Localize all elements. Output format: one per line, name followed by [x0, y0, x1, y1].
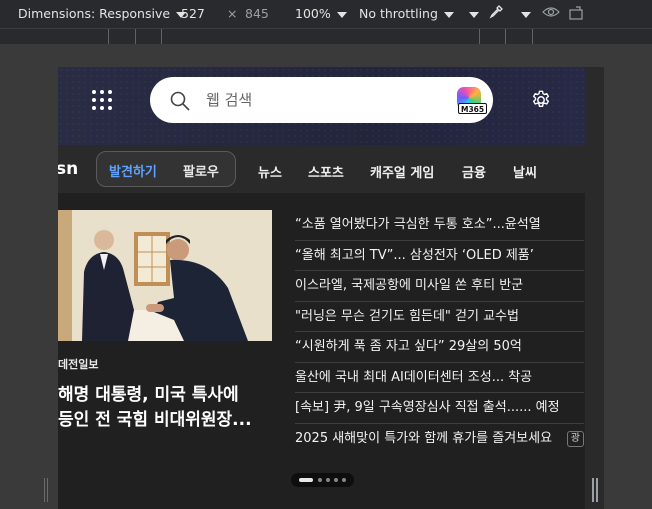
top-nav: sn 발견하기 팔로우 뉴스 스포츠 캐주얼 게임 금융 날씨	[58, 145, 585, 193]
list-item-ad[interactable]: 2025 새해맞이 특가와 함께 휴가를 즐겨보세요 광	[295, 424, 584, 455]
page-header: M365	[58, 67, 585, 145]
gear-icon[interactable]	[530, 89, 552, 111]
more-dropdown[interactable]	[463, 6, 479, 21]
search-icon	[170, 91, 190, 111]
headline-line: 해명 대통령, 미국 특사에	[58, 385, 239, 405]
copilot-badge: M365	[458, 103, 488, 114]
nav-item-finance[interactable]: 금융	[462, 162, 486, 181]
throttling-dropdown[interactable]: No throttling	[359, 6, 454, 21]
tab-discover[interactable]: 발견하기	[109, 161, 157, 180]
pager-dot[interactable]	[318, 478, 322, 482]
pager-dot[interactable]	[334, 478, 338, 482]
eyedropper-icon[interactable]	[488, 4, 504, 23]
nav-item-casual-games[interactable]: 캐주얼 게임	[370, 162, 434, 181]
carousel-pager[interactable]	[291, 473, 354, 487]
list-item[interactable]: "러닝은 무슨 걷기도 힘든데" 걷기 교수법	[295, 302, 584, 332]
list-item[interactable]: [속보] 尹, 9일 구속영장심사 직접 출석...... 예정	[295, 393, 584, 424]
chevron-down-icon	[521, 11, 531, 18]
ad-badge: 광	[566, 430, 584, 447]
copilot-m365-icon[interactable]: M365	[455, 86, 488, 114]
zoom-label: 100%	[295, 6, 331, 21]
msn-logo[interactable]: sn	[58, 159, 78, 179]
app-launcher-icon[interactable]	[92, 90, 112, 110]
pager-dot-active[interactable]	[299, 478, 313, 482]
times-sign: ×	[227, 6, 238, 21]
eye-icon[interactable]	[542, 5, 560, 22]
search-box[interactable]: M365	[150, 77, 493, 123]
devtools-device-toolbar: Dimensions: Responsive 527 × 845 100% No…	[0, 0, 652, 28]
chevron-down-icon	[443, 11, 454, 18]
featured-headline[interactable]: 해명 대통령, 미국 특사에 등인 전 국힘 비대위원장...	[58, 383, 272, 433]
list-item[interactable]: 이스라엘, 국제공항에 미사일 쏜 후티 반군	[295, 271, 584, 302]
dropdown-2[interactable]	[515, 6, 531, 21]
resize-handle-left[interactable]	[44, 478, 48, 502]
chevron-down-icon	[469, 11, 479, 18]
article-source: 데전일보	[58, 358, 99, 371]
resize-handle-right[interactable]	[592, 478, 598, 502]
nav-item-news[interactable]: 뉴스	[258, 162, 282, 181]
nav-item-sports[interactable]: 스포츠	[308, 162, 344, 181]
tab-following[interactable]: 팔로우	[183, 161, 219, 180]
list-item[interactable]: “소품 열어봤다가 극심한 두통 호소”...윤석열	[295, 210, 584, 241]
chevron-down-icon	[336, 11, 347, 18]
throttling-label: No throttling	[359, 6, 438, 21]
list-item[interactable]: “올해 최고의 TV”... 삼성전자 ‘OLED 제품’	[295, 241, 584, 271]
pager-dot[interactable]	[326, 478, 330, 482]
ad-text: 2025 새해맞이 특가와 함께 휴가를 즐겨보세요	[295, 430, 553, 446]
list-item[interactable]: “시원하게 푹 좀 자고 싶다” 29살의 50억	[295, 332, 584, 363]
feed-content: 데전일보 해명 대통령, 미국 특사에 등인 전 국힘 비대위원장... “소품…	[58, 193, 585, 509]
dimensions-dropdown[interactable]: Dimensions: Responsive	[18, 6, 187, 21]
nav-item-weather[interactable]: 날씨	[513, 162, 537, 181]
width-input[interactable]: 527	[181, 6, 205, 21]
height-input[interactable]: 845	[245, 6, 269, 21]
media-query-ruler	[0, 28, 652, 45]
dimensions-label: Dimensions: Responsive	[18, 6, 171, 21]
headline-line: 등인 전 국힘 비대위원장...	[58, 410, 252, 430]
feed-toggle: 발견하기 팔로우	[96, 151, 236, 187]
pager-dot[interactable]	[342, 478, 346, 482]
rotate-icon[interactable]	[568, 5, 586, 24]
search-input[interactable]	[206, 89, 436, 111]
device-viewport: M365 sn 발견하기 팔로우 뉴스 스포츠 캐주얼 게임 금융 날씨	[58, 67, 585, 509]
featured-image[interactable]	[58, 210, 272, 341]
list-item[interactable]: 울산에 국내 최대 AI데이터센터 조성... 착공	[295, 363, 584, 393]
zoom-dropdown[interactable]: 100%	[295, 6, 347, 21]
news-list: “소품 열어봤다가 극심한 두통 호소”...윤석열 “올해 최고의 TV”..…	[295, 210, 584, 454]
